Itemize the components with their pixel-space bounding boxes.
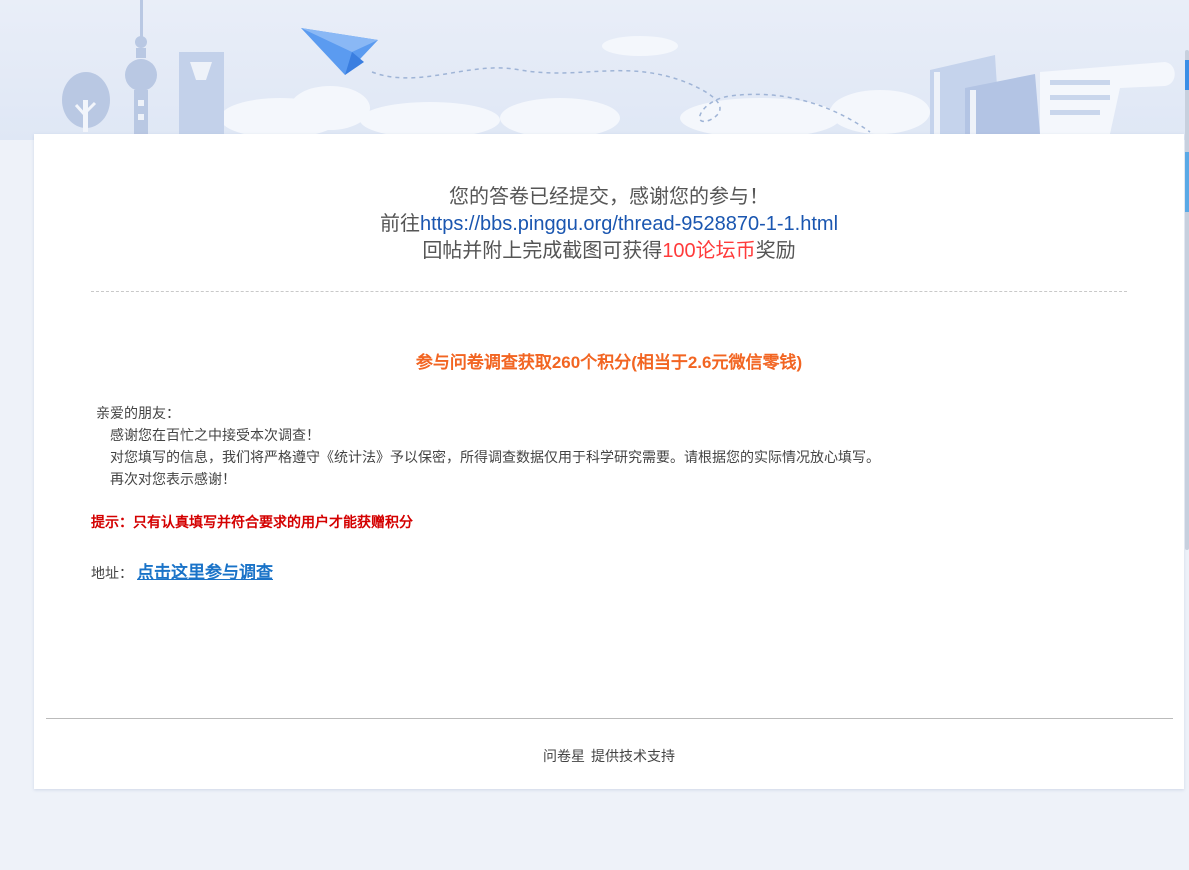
- side-accent-middle: [1185, 152, 1189, 212]
- footer-divider: [46, 718, 1173, 719]
- footer: 问卷星 提供技术支持: [34, 746, 1184, 766]
- footer-text: 提供技术支持: [591, 748, 675, 764]
- survey-link[interactable]: 点击这里参与调查: [137, 563, 273, 582]
- thanks-message: 您的答卷已经提交，感谢您的参与！ 前往https://bbs.pinggu.or…: [34, 184, 1184, 265]
- skyscraper-icon: [179, 52, 224, 134]
- result-card: 您的答卷已经提交，感谢您的参与！ 前往https://bbs.pinggu.or…: [34, 134, 1184, 789]
- page-scrollbar[interactable]: [1185, 50, 1189, 550]
- letter-greeting: 亲爱的朋友：: [96, 405, 180, 421]
- letter-line-3: 再次对您表示感谢！: [110, 471, 236, 487]
- address-row: 地址： 点击这里参与调查: [91, 558, 273, 583]
- letter-text: 亲爱的朋友： 感谢您在百忙之中接受本次调查！ 对您填写的信息，我们将严格遵守《统…: [96, 402, 880, 490]
- letter-line-1: 感谢您在百忙之中接受本次调查！: [110, 427, 320, 443]
- reward-amount: 100论坛币: [662, 240, 756, 262]
- side-accent-top: [1185, 60, 1189, 90]
- letter-line-2: 对您填写的信息，我们将严格遵守《统计法》予以保密，所得调查数据仅用于科学研究需要…: [110, 449, 880, 465]
- thanks-line-3-prefix: 回帖并附上完成截图可获得: [422, 240, 663, 262]
- thanks-line-2-prefix: 前往: [379, 213, 420, 235]
- forum-thread-link[interactable]: https://bbs.pinggu.org/thread-9528870-1-…: [420, 213, 838, 235]
- thanks-line-2: 前往https://bbs.pinggu.org/thread-9528870-…: [34, 211, 1184, 238]
- thanks-line-3-suffix: 奖励: [755, 240, 796, 262]
- address-label: 地址：: [91, 565, 133, 581]
- thanks-line-3: 回帖并附上完成截图可获得100论坛币奖励: [34, 238, 1184, 265]
- header-banner: [0, 0, 1189, 140]
- promo-title: 参与问卷调查获取260个积分(相当于2.6元微信零钱): [415, 353, 803, 372]
- dashed-divider: [91, 291, 1127, 292]
- wjx-brand-link[interactable]: 问卷星: [543, 748, 585, 764]
- tip-text: 提示：只有认真填写并符合要求的用户才能获赠积分: [91, 514, 413, 530]
- thanks-line-1: 您的答卷已经提交，感谢您的参与！: [449, 186, 769, 208]
